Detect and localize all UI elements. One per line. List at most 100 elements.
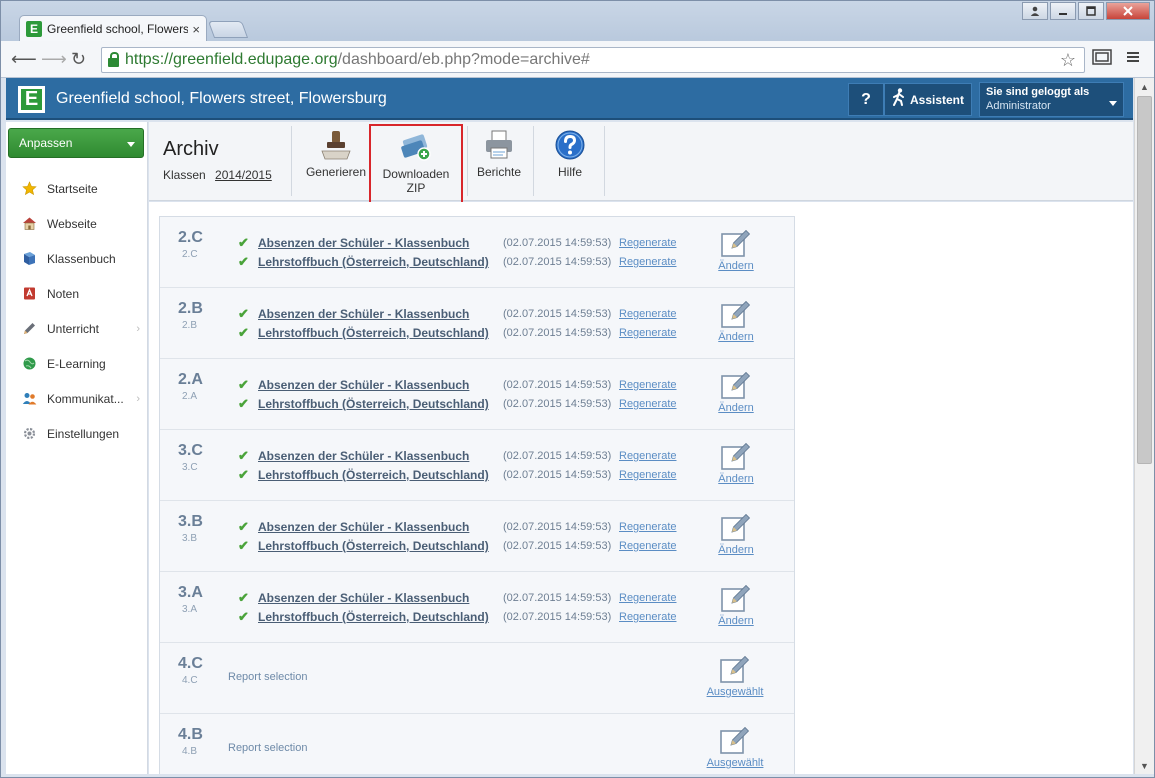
report-link[interactable]: Absenzen der Schüler - Klassenbuch — [258, 449, 503, 463]
vertical-scrollbar[interactable]: ▲ ▼ — [1134, 78, 1154, 774]
archive-toolbar: Archiv Klassen 2014/2015 Generieren Down… — [149, 122, 1133, 207]
forward-icon[interactable]: ⟶ — [41, 49, 67, 70]
regenerate-link[interactable]: Regenerate — [619, 398, 677, 410]
user-icon[interactable] — [1022, 2, 1048, 20]
edit-icon — [708, 298, 764, 332]
edit-icon — [708, 369, 764, 403]
house-icon — [22, 216, 37, 231]
title-bar: E Greenfield school, Flowers × — [1, 1, 1154, 42]
class-short: 4.B — [182, 746, 198, 757]
menu-icon[interactable] — [1126, 49, 1140, 69]
edit-button[interactable]: Ändern — [708, 298, 764, 343]
edit-button[interactable]: Ändern — [708, 582, 764, 627]
sidebar-item-unterricht[interactable]: Unterricht › — [6, 311, 148, 346]
edit-label: Ändern — [718, 473, 754, 485]
assistant-label: Assistent — [909, 92, 965, 107]
stamp-icon — [303, 128, 369, 162]
sidebar-item-kommunikation[interactable]: Kommunikat... › — [6, 381, 148, 416]
table-row: 4.C 4.C Report selection Ausgewählt — [160, 643, 794, 714]
regenerate-link[interactable]: Regenerate — [619, 469, 677, 481]
sidebar-item-label: Unterricht — [47, 321, 100, 336]
school-year-link[interactable]: 2014/2015 — [215, 168, 272, 182]
scroll-down-icon[interactable]: ▼ — [1135, 757, 1154, 774]
edit-button[interactable]: Ändern — [708, 440, 764, 485]
scroll-thumb[interactable] — [1137, 96, 1152, 464]
check-icon: ✔ — [238, 448, 249, 463]
regenerate-link[interactable]: Regenerate — [619, 521, 677, 533]
regenerate-link[interactable]: Regenerate — [619, 308, 677, 320]
assistant-button[interactable]: Assistent — [884, 83, 972, 116]
edit-button[interactable]: Ändern — [708, 227, 764, 272]
regenerate-link[interactable]: Regenerate — [619, 611, 677, 623]
report-link[interactable]: Absenzen der Schüler - Klassenbuch — [258, 236, 503, 250]
app-header: E Greenfield school, Flowers street, Flo… — [6, 78, 1133, 120]
class-name: 3.A — [178, 584, 203, 601]
edit-button[interactable]: Ändern — [708, 511, 764, 556]
check-icon: ✔ — [238, 325, 249, 340]
address-bar[interactable]: https://greenfield.edupage.org/dashboard… — [101, 47, 1085, 73]
sidebar-item-klassenbuch[interactable]: Klassenbuch — [6, 241, 148, 276]
sidebar-item-einstellungen[interactable]: Einstellungen — [6, 416, 148, 451]
report-timestamp: (02.07.2015 14:59:53) — [503, 327, 612, 339]
user-menu[interactable]: Sie sind geloggt als Administrator — [979, 82, 1124, 117]
edit-icon — [700, 653, 770, 687]
report-link[interactable]: Absenzen der Schüler - Klassenbuch — [258, 307, 503, 321]
close-window-icon[interactable] — [1106, 2, 1150, 20]
report-link[interactable]: Lehrstoffbuch (Österreich, Deutschland) — [258, 255, 503, 269]
regenerate-link[interactable]: Regenerate — [619, 540, 677, 552]
class-name: 4.C — [178, 655, 203, 672]
help-tool-button[interactable]: Hilfe — [545, 128, 595, 179]
tab-close-icon[interactable]: × — [192, 22, 200, 37]
user-label: Sie sind geloggt als — [986, 86, 1090, 98]
check-icon: ✔ — [238, 254, 249, 269]
sidebar-item-startseite[interactable]: Startseite — [6, 171, 148, 206]
customize-label: Anpassen — [19, 136, 73, 150]
help-icon — [545, 128, 595, 162]
sidebar-item-e-learning[interactable]: E-Learning — [6, 346, 148, 381]
back-icon[interactable]: ⟵ — [11, 49, 37, 70]
edupage-logo[interactable]: E — [18, 86, 45, 113]
report-line: ✔ Lehrstoffbuch (Österreich, Deutschland)… — [238, 325, 677, 341]
cast-icon[interactable] — [1092, 49, 1112, 70]
scroll-up-icon[interactable]: ▲ — [1135, 78, 1154, 95]
maximize-icon[interactable] — [1078, 2, 1104, 20]
selected-button[interactable]: Ausgewählt — [700, 653, 770, 698]
regenerate-link[interactable]: Regenerate — [619, 256, 677, 268]
regenerate-link[interactable]: Regenerate — [619, 379, 677, 391]
edit-label: Ändern — [718, 544, 754, 556]
report-link[interactable]: Lehrstoffbuch (Österreich, Deutschland) — [258, 326, 503, 340]
reports-button[interactable]: Berichte — [471, 128, 527, 179]
minimize-icon[interactable] — [1050, 2, 1076, 20]
report-link[interactable]: Absenzen der Schüler - Klassenbuch — [258, 591, 503, 605]
sidebar-item-noten[interactable]: Noten — [6, 276, 148, 311]
sidebar-item-webseite[interactable]: Webseite — [6, 206, 148, 241]
customize-button[interactable]: Anpassen — [8, 128, 144, 158]
report-link[interactable]: Lehrstoffbuch (Österreich, Deutschland) — [258, 610, 503, 624]
report-link[interactable]: Lehrstoffbuch (Österreich, Deutschland) — [258, 539, 503, 553]
regenerate-link[interactable]: Regenerate — [619, 592, 677, 604]
report-link[interactable]: Lehrstoffbuch (Österreich, Deutschland) — [258, 468, 503, 482]
archive-content: 2.C 2.C ✔ Absenzen der Schüler - Klassenbuc… — [149, 202, 1133, 774]
browser-tab[interactable]: E Greenfield school, Flowers × — [19, 15, 207, 42]
report-line: ✔ Lehrstoffbuch (Österreich, Deutschland)… — [238, 538, 677, 554]
grades-icon — [22, 286, 37, 301]
bookmark-star-icon[interactable]: ☆ — [1060, 50, 1076, 71]
report-link[interactable]: Absenzen der Schüler - Klassenbuch — [258, 378, 503, 392]
generate-button[interactable]: Generieren — [303, 128, 369, 179]
reload-icon[interactable]: ↻ — [71, 49, 86, 70]
new-tab-button[interactable] — [207, 21, 249, 38]
download-zip-button[interactable]: Downloaden ZIP — [369, 124, 463, 207]
check-icon: ✔ — [238, 235, 249, 250]
report-link[interactable]: Lehrstoffbuch (Österreich, Deutschland) — [258, 397, 503, 411]
report-timestamp: (02.07.2015 14:59:53) — [503, 237, 612, 249]
regenerate-link[interactable]: Regenerate — [619, 450, 677, 462]
reports-label: Berichte — [476, 165, 522, 179]
selected-button[interactable]: Ausgewählt — [700, 724, 770, 769]
submenu-arrow-icon: › — [136, 392, 140, 405]
report-link[interactable]: Absenzen der Schüler - Klassenbuch — [258, 520, 503, 534]
regenerate-link[interactable]: Regenerate — [619, 237, 677, 249]
regenerate-link[interactable]: Regenerate — [619, 327, 677, 339]
edit-button[interactable]: Ändern — [708, 369, 764, 414]
window-controls — [1022, 2, 1150, 20]
help-button[interactable]: ? — [848, 83, 884, 116]
